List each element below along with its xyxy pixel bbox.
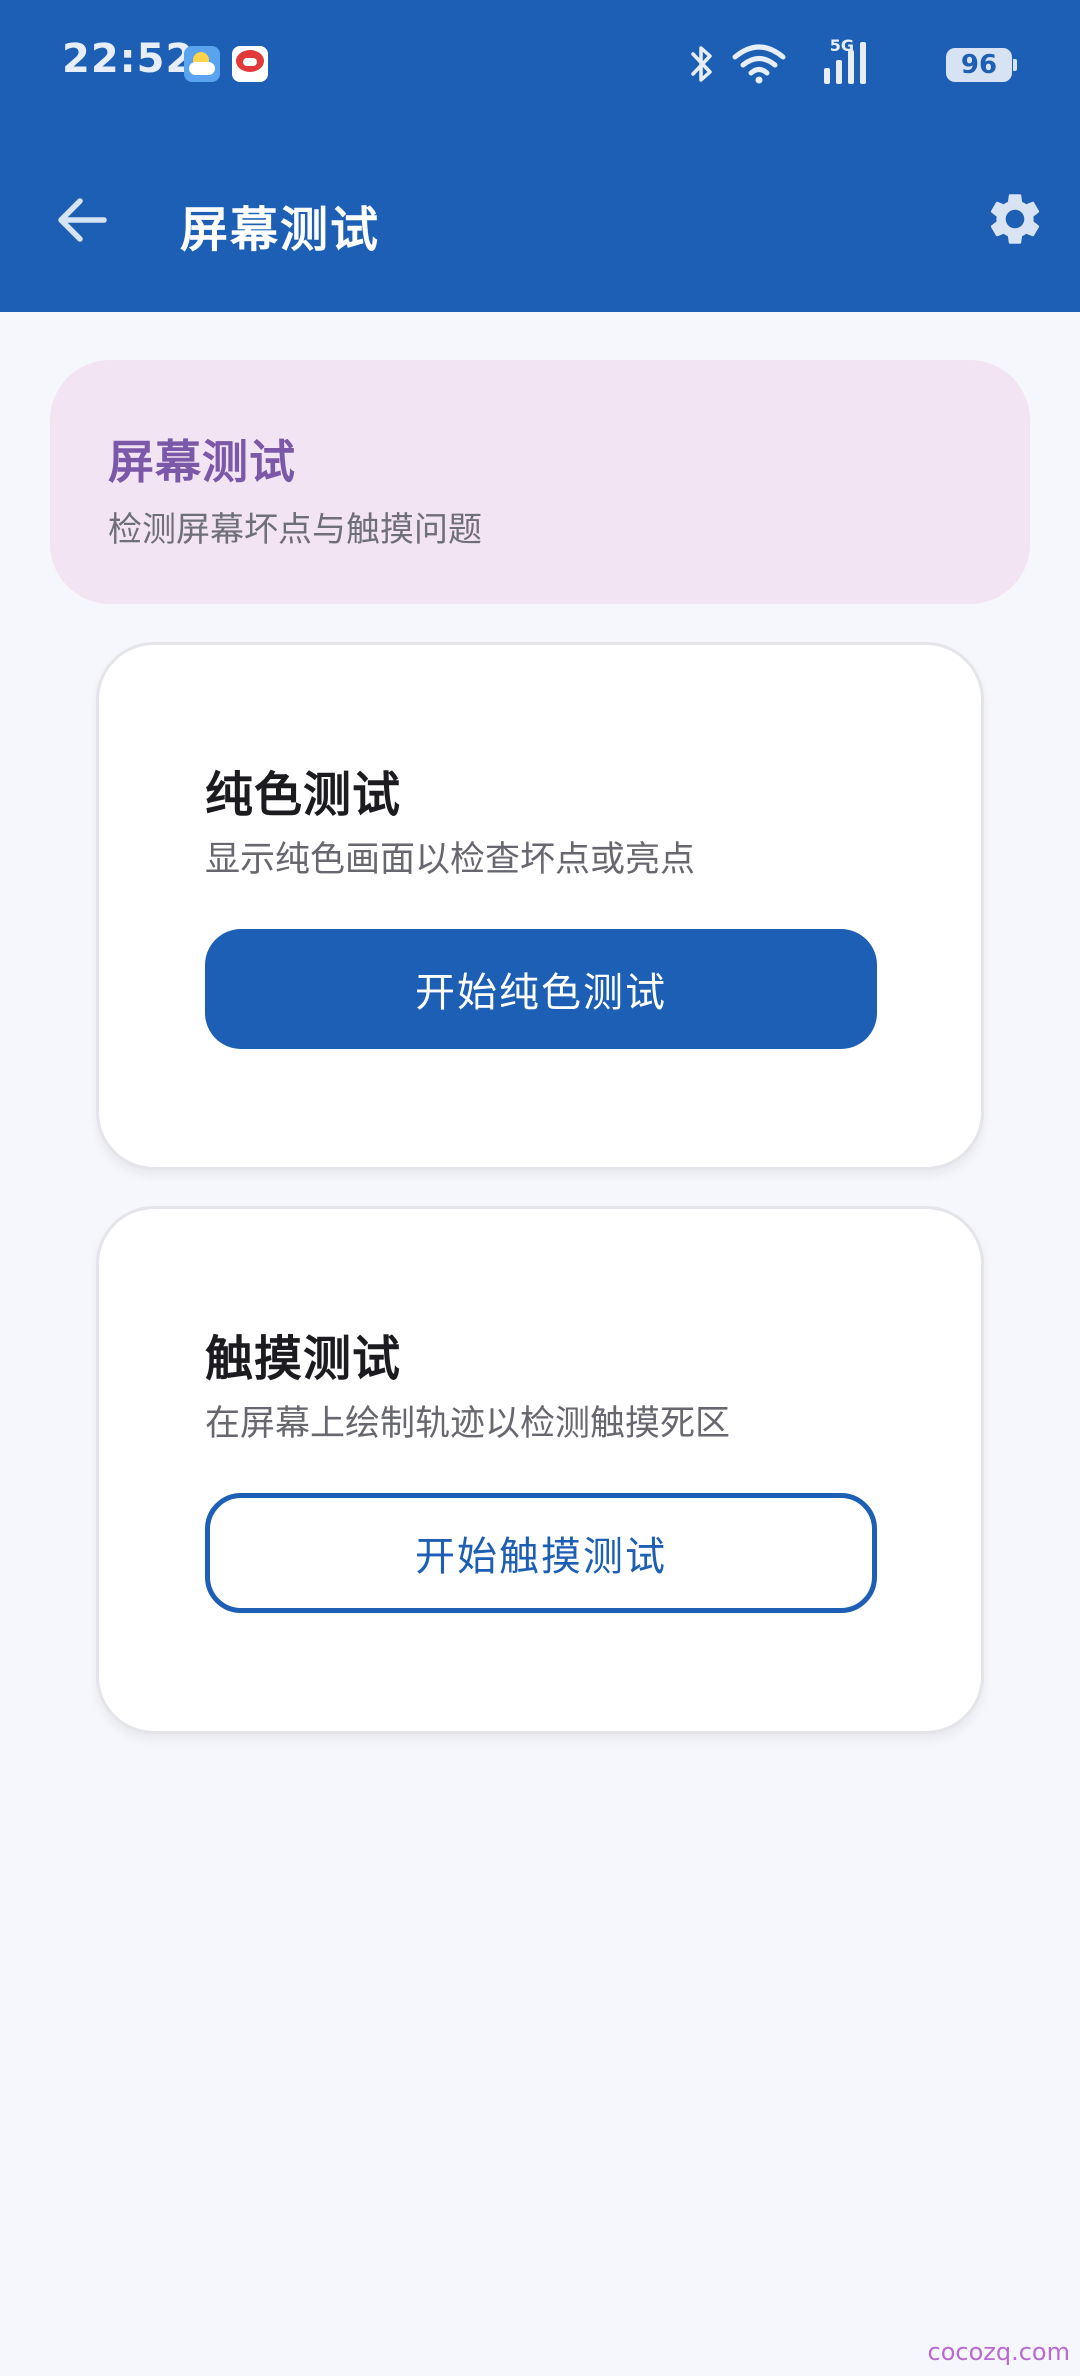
start-touch-test-button[interactable]: 开始触摸测试 xyxy=(205,1493,877,1613)
arrow-back-icon xyxy=(58,198,107,242)
cellular-signal-icon xyxy=(824,42,866,84)
gear-icon xyxy=(990,194,1040,244)
top-app-bar-background: 22:52 5G 96 屏幕测试 xyxy=(0,0,1080,312)
solid-color-test-card: 纯色测试 显示纯色画面以检查坏点或亮点 开始纯色测试 xyxy=(96,642,984,1170)
game-app-icon xyxy=(232,46,268,82)
app-bar-title: 屏幕测试 xyxy=(180,202,381,258)
watermark: cocozq.com xyxy=(927,2338,1070,2366)
app-bar: 屏幕测试 xyxy=(0,150,1080,280)
status-icons: 5G 96 xyxy=(612,36,1017,88)
card-title: 纯色测试 xyxy=(205,767,402,823)
weather-icon xyxy=(184,46,220,82)
bluetooth-icon xyxy=(691,46,712,82)
card-description: 显示纯色画面以检查坏点或亮点 xyxy=(205,840,696,880)
touch-test-card: 触摸测试 在屏幕上绘制轨迹以检测触摸死区 开始触摸测试 xyxy=(96,1206,984,1734)
start-solid-color-test-button[interactable]: 开始纯色测试 xyxy=(205,929,877,1049)
status-bar: 22:52 5G 96 xyxy=(0,0,1080,130)
card-description: 在屏幕上绘制轨迹以检测触摸死区 xyxy=(205,1404,731,1444)
header-card: 屏幕测试 检测屏幕坏点与触摸问题 xyxy=(50,360,1030,604)
wifi-icon xyxy=(732,44,786,84)
header-subtitle: 检测屏幕坏点与触摸问题 xyxy=(108,510,482,550)
settings-button[interactable] xyxy=(978,182,1052,256)
battery-icon: 96 xyxy=(946,48,1017,82)
card-title: 触摸测试 xyxy=(205,1331,402,1387)
status-time: 22:52 xyxy=(62,36,195,82)
back-button[interactable] xyxy=(44,182,120,258)
header-title: 屏幕测试 xyxy=(108,435,296,489)
